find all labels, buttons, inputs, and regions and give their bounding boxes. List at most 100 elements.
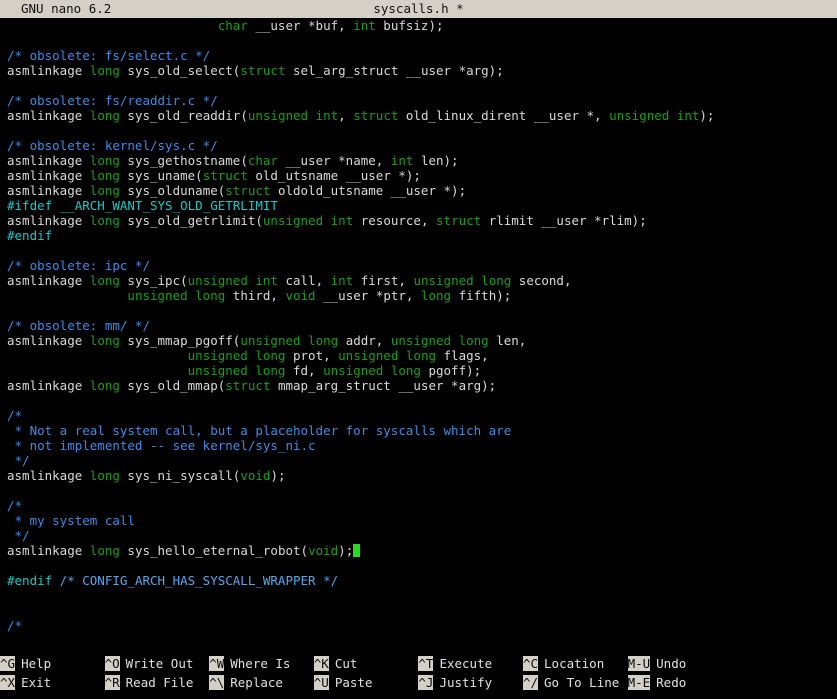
shortcut-key: M-U [627, 656, 651, 671]
editor-viewport[interactable]: char __user *buf, int bufsiz); /* obsole… [0, 18, 837, 651]
code-line[interactable]: /* obsolete: fs/select.c */ [7, 48, 837, 63]
shortcut-label: Location [544, 656, 605, 671]
code-line[interactable]: /* obsolete: ipc */ [7, 258, 837, 273]
code-line[interactable]: asmlinkage long sys_uname(struct old_uts… [7, 168, 837, 183]
code-token-plain: sys_old_select( [119, 63, 241, 78]
code-token-preproc: #endif [7, 573, 53, 588]
shortcut-undo[interactable]: M-U Undo [627, 654, 733, 673]
code-line[interactable]: * my system call [7, 513, 837, 528]
code-line[interactable] [7, 558, 837, 573]
code-line[interactable]: char __user *buf, int bufsiz); [7, 18, 837, 33]
code-token-keyword: long [89, 213, 120, 228]
code-line[interactable]: /* obsolete: kernel/sys.c */ [7, 138, 837, 153]
code-line[interactable]: asmlinkage long sys_gethostname(char __u… [7, 153, 837, 168]
code-line[interactable]: asmlinkage long sys_ipc(unsigned int cal… [7, 273, 837, 288]
code-token-keyword: void [285, 288, 316, 303]
code-token-keyword: void [308, 543, 339, 558]
shortcut-read-file[interactable]: ^R Read File [104, 673, 210, 692]
code-token-plain: asmlinkage [7, 378, 90, 393]
code-token-keyword: unsigned long [187, 363, 286, 378]
code-line[interactable]: * not implemented -- see kernel/sys_ni.c [7, 438, 837, 453]
code-line[interactable] [7, 588, 837, 603]
code-line[interactable]: * Not a real system call, but a placehol… [7, 423, 837, 438]
code-line[interactable] [7, 483, 837, 498]
shortcut-key: ^/ [522, 675, 539, 690]
shortcut-go-to-line[interactable]: ^/ Go To Line [522, 673, 628, 692]
code-token-plain: sys_old_mmap( [119, 378, 226, 393]
code-text-area[interactable]: char __user *buf, int bufsiz); /* obsole… [0, 18, 837, 633]
code-token-keyword: unsigned int [262, 213, 354, 228]
code-line[interactable]: /* [7, 498, 837, 513]
code-line[interactable]: asmlinkage long sys_old_select(struct se… [7, 63, 837, 78]
shortcut-label: Read File [125, 675, 194, 690]
shortcut-redo[interactable]: M-E Redo [627, 673, 733, 692]
code-token-keyword: unsigned long [323, 363, 421, 378]
code-line[interactable]: /* obsolete: mm/ */ [7, 318, 837, 333]
code-line[interactable]: /* [7, 618, 837, 633]
code-token-plain: old_linux_dirent __user *, [398, 108, 610, 123]
code-line[interactable]: /* [7, 408, 837, 423]
shortcut-paste[interactable]: ^U Paste [313, 673, 419, 692]
code-token-plain: bufsiz); [375, 18, 444, 33]
shortcut-key: ^O [104, 656, 120, 671]
code-token-plain: sys_gethostname( [119, 153, 248, 168]
shortcut-execute[interactable]: ^T Execute [418, 654, 523, 673]
code-token-plain: second, [511, 273, 572, 288]
code-line[interactable]: asmlinkage long sys_old_mmap(struct mmap… [7, 378, 837, 393]
shortcut-justify[interactable]: ^J Justify [418, 673, 523, 692]
shortcut-label: Go To Line [544, 675, 620, 690]
code-line[interactable]: #ifdef __ARCH_WANT_SYS_OLD_GETRLIMIT [7, 198, 837, 213]
shortcut-label: Paste [334, 675, 373, 690]
code-token-plain: first, [353, 273, 414, 288]
shortcut-replace[interactable]: ^\ Replace [209, 673, 314, 692]
code-line[interactable]: unsigned long fd, unsigned long pgoff); [7, 363, 837, 378]
code-token-keyword: unsigned long [187, 348, 286, 363]
shortcut-location[interactable]: ^C Location [522, 654, 628, 673]
code-line[interactable] [7, 123, 837, 138]
shortcut-cut[interactable]: ^K Cut [313, 654, 419, 673]
code-line[interactable]: asmlinkage long sys_old_getrlimit(unsign… [7, 213, 837, 228]
code-line[interactable]: asmlinkage long sys_mmap_pgoff(unsigned … [7, 333, 837, 348]
code-line[interactable]: asmlinkage long sys_olduname(struct oldo… [7, 183, 837, 198]
code-line[interactable]: asmlinkage long sys_ni_syscall(void); [7, 468, 837, 483]
code-line[interactable]: asmlinkage long sys_old_readdir(unsigned… [7, 108, 837, 123]
code-token-plain: __user *buf, [247, 18, 354, 33]
code-line[interactable] [7, 243, 837, 258]
code-token-plain: asmlinkage [7, 153, 90, 168]
code-token-plain: sys_olduname( [119, 183, 226, 198]
code-token-keyword: char [247, 153, 278, 168]
shortcut-label: Exit [21, 675, 52, 690]
code-line[interactable] [7, 393, 837, 408]
code-token-plain: asmlinkage [7, 108, 90, 123]
code-token-keyword: long [89, 168, 120, 183]
shortcut-key: ^T [418, 656, 434, 671]
code-line[interactable]: unsigned long prot, unsigned long flags, [7, 348, 837, 363]
code-token-keyword: unsigned int [609, 108, 700, 123]
shortcut-help[interactable]: ^G Help [0, 654, 105, 673]
code-line[interactable]: */ [7, 453, 837, 468]
shortcut-exit[interactable]: ^X Exit [0, 673, 105, 692]
code-line[interactable]: #endif /* CONFIG_ARCH_HAS_SYSCALL_WRAPPE… [7, 573, 837, 588]
shortcut-where-is[interactable]: ^W Where Is [209, 654, 314, 673]
code-line[interactable] [7, 78, 837, 93]
code-line[interactable] [7, 603, 837, 618]
code-line[interactable]: unsigned long third, void __user *ptr, l… [7, 288, 837, 303]
code-token-keyword: struct [225, 183, 271, 198]
shortcut-key: ^\ [209, 675, 225, 690]
code-line[interactable]: /* obsolete: fs/readdir.c */ [7, 93, 837, 108]
code-line[interactable] [7, 303, 837, 318]
shortcut-write-out[interactable]: ^O Write Out [104, 654, 210, 673]
code-line[interactable]: asmlinkage long sys_hello_eternal_robot(… [7, 543, 837, 558]
code-line[interactable]: */ [7, 528, 837, 543]
code-token-plain: sys_hello_eternal_robot( [119, 543, 309, 558]
code-line[interactable] [7, 33, 837, 48]
shortcut-label: Replace [230, 675, 283, 690]
code-token-plain: sys_old_getrlimit( [119, 213, 263, 228]
code-line[interactable]: #endif [7, 228, 837, 243]
code-token-plain: len); [413, 153, 459, 168]
nano-editor-window: GNU nano 6.2 syscalls.h * char __user *b… [0, 0, 837, 699]
code-token-keyword: struct [225, 378, 271, 393]
code-token-comment: /* [7, 618, 23, 633]
